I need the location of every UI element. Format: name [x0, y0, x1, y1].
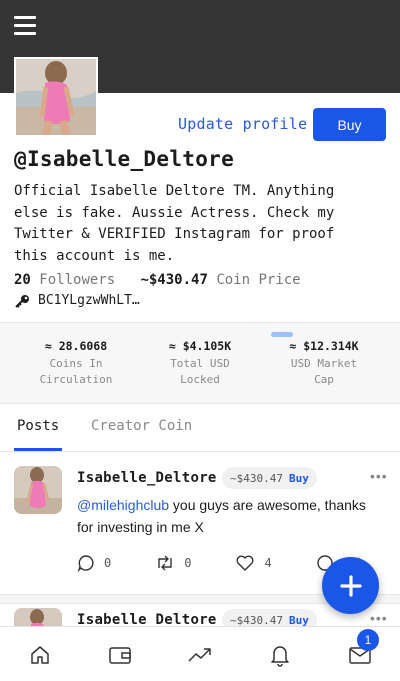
repost-count: 0 — [184, 556, 192, 570]
post-author[interactable]: Isabelle_Deltore — [77, 612, 217, 626]
messages-badge: 1 — [357, 629, 379, 651]
like-action[interactable]: 4 — [235, 554, 272, 572]
metric-coins-in-circulation: ≈ 28.6068 Coins In Circulation — [16, 339, 136, 388]
bottom-navigation — [0, 626, 400, 681]
nav-home[interactable] — [27, 642, 53, 668]
nav-wallet[interactable] — [107, 642, 133, 668]
nav-trending[interactable] — [187, 642, 213, 668]
metric-usd-market-cap: ≈ $12.314K USD Market Cap — [264, 339, 384, 388]
profile-username: @Isabelle_Deltore — [14, 147, 235, 171]
post-mention[interactable]: @milehighclub — [77, 497, 169, 513]
coin-metrics-panel: ≈ 28.6068 Coins In Circulation ≈ $4.105K… — [0, 322, 400, 404]
wallet-icon — [109, 647, 131, 664]
metric-value: ≈ $12.314K — [289, 339, 359, 353]
post-avatar-photo — [14, 608, 62, 626]
post-coin-chip[interactable]: ~$430.47 Buy — [222, 609, 317, 626]
profile-bio: Official Isabelle Deltore TM. Anything e… — [14, 183, 335, 264]
profile-tabs: Posts Creator Coin — [0, 404, 400, 452]
scroll-indicator — [271, 332, 293, 337]
comment-count: 0 — [104, 556, 112, 570]
post-author[interactable]: Isabelle_Deltore — [77, 470, 217, 486]
metric-label: Total USD Locked — [170, 357, 230, 386]
post-coin-price: ~$430.47 — [230, 471, 283, 485]
post-body: @milehighclub you guys are awesome, than… — [77, 494, 377, 538]
trending-icon — [188, 648, 211, 662]
metric-total-usd-locked: ≈ $4.105K Total USD Locked — [140, 339, 260, 388]
profile-photo — [16, 59, 96, 135]
post-buy-button[interactable]: Buy — [289, 472, 309, 485]
post-buy-button[interactable]: Buy — [289, 614, 309, 627]
tab-creator-coin[interactable]: Creator Coin — [91, 418, 192, 434]
coin-price-label: Coin Price — [216, 272, 301, 288]
comment-action[interactable]: 0 — [77, 554, 111, 572]
repost-icon — [158, 555, 172, 571]
post-coin-price: ~$430.47 — [230, 613, 283, 627]
like-count: 4 — [264, 556, 272, 570]
plus-icon — [339, 574, 362, 597]
metric-value: ≈ $4.105K — [168, 339, 232, 353]
heart-icon — [237, 555, 254, 571]
more-options-icon[interactable]: ••• — [370, 610, 388, 626]
metric-value: ≈ 28.6068 — [44, 339, 108, 353]
create-post-button[interactable] — [322, 557, 379, 614]
followers-label[interactable]: Followers — [39, 272, 115, 288]
post-coin-chip[interactable]: ~$430.47 Buy — [222, 467, 317, 489]
public-key: BC1YLgzwWhLT… — [38, 293, 140, 308]
profile-avatar — [14, 57, 98, 137]
home-icon — [31, 646, 49, 664]
hamburger-menu-icon[interactable] — [14, 16, 36, 36]
coin-price: ~$430.47 — [140, 272, 208, 288]
metric-label: USD Market Cap — [290, 357, 358, 386]
buy-coin-button[interactable]: Buy — [313, 108, 386, 141]
metric-label: Coins In Circulation — [39, 357, 113, 386]
nav-notifications[interactable] — [267, 642, 293, 668]
key-icon — [15, 294, 29, 308]
update-profile-link[interactable]: Update profile — [178, 115, 307, 133]
post-avatar-photo — [14, 466, 62, 514]
profile-stats: 20 Followers ~$430.47 Coin Price — [14, 272, 301, 288]
post-actions: 0 0 4 14h — [77, 554, 364, 572]
public-key-row[interactable]: BC1YLgzwWhLT… — [14, 293, 140, 308]
post-avatar[interactable] — [14, 608, 62, 626]
post-avatar[interactable] — [14, 466, 62, 514]
tab-posts[interactable]: Posts — [17, 418, 59, 434]
followers-count: 20 — [14, 272, 31, 288]
active-tab-indicator — [14, 448, 62, 451]
more-options-icon[interactable]: ••• — [370, 468, 388, 484]
comment-icon — [77, 555, 94, 572]
notifications-icon — [271, 646, 289, 667]
repost-action[interactable]: 0 — [155, 554, 191, 572]
